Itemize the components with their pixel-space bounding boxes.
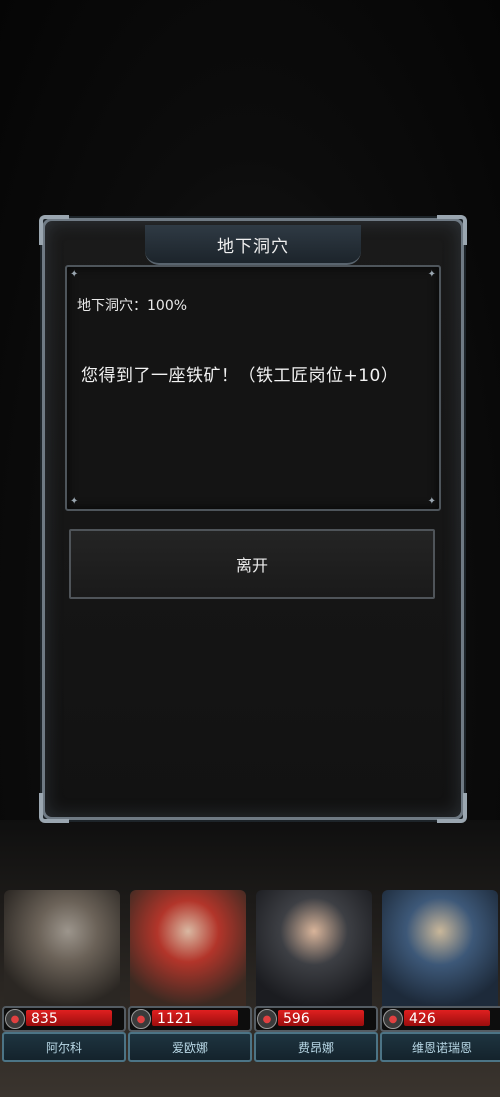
- health-icon: ●: [383, 1009, 403, 1029]
- sparkle-icon: ✦: [427, 496, 436, 507]
- frame-corner-ornament: [437, 793, 467, 823]
- sparkle-icon: ✦: [427, 269, 436, 280]
- hero-name: 维恩诺瑞恩: [380, 1032, 500, 1062]
- hero-card[interactable]: ● 426 维恩诺瑞恩: [378, 880, 500, 1070]
- message-panel: ✦ ✦ ✦ ✦ 地下洞穴：100% 您得到了一座铁矿！（铁工匠岗位+10）: [65, 265, 441, 511]
- hp-bar: ● 596: [254, 1006, 378, 1032]
- event-message: 您得到了一座铁矿！（铁工匠岗位+10）: [81, 366, 399, 386]
- hero-portrait: [256, 890, 372, 1008]
- leave-button[interactable]: 离开: [69, 529, 435, 599]
- sparkle-icon: ✦: [70, 269, 79, 280]
- hero-name: 爱欧娜: [128, 1032, 252, 1062]
- event-dialog: 地下洞穴 ✦ ✦ ✦ ✦ 地下洞穴：100% 您得到了一座铁矿！（铁工匠岗位+1…: [39, 215, 467, 823]
- sparkle-icon: ✦: [70, 496, 79, 507]
- hero-name: 阿尔科: [2, 1032, 126, 1062]
- hero-portrait: [4, 890, 120, 1008]
- frame-corner-ornament: [39, 215, 69, 245]
- hero-portrait: [130, 890, 246, 1008]
- hero-card[interactable]: ● 835 阿尔科: [0, 880, 126, 1070]
- hp-value: 426: [409, 1011, 436, 1027]
- health-icon: ●: [257, 1009, 277, 1029]
- hp-bar: ● 835: [2, 1006, 126, 1032]
- party-bar: ● 835 阿尔科 ● 1121 爱欧娜 ● 596 费昂娜 ● 426 维恩诺…: [0, 880, 500, 1070]
- hp-value: 1121: [157, 1011, 193, 1027]
- exploration-progress: 地下洞穴：100%: [77, 298, 188, 314]
- dialog-title: 地下洞穴: [145, 225, 361, 265]
- hp-value: 596: [283, 1011, 310, 1027]
- health-icon: ●: [5, 1009, 25, 1029]
- hero-card[interactable]: ● 1121 爱欧娜: [126, 880, 252, 1070]
- hero-portrait: [382, 890, 498, 1008]
- hp-value: 835: [31, 1011, 58, 1027]
- frame-corner-ornament: [437, 215, 467, 245]
- health-icon: ●: [131, 1009, 151, 1029]
- frame-corner-ornament: [39, 793, 69, 823]
- hero-name: 费昂娜: [254, 1032, 378, 1062]
- hp-bar: ● 426: [380, 1006, 500, 1032]
- hp-bar: ● 1121: [128, 1006, 252, 1032]
- hero-card[interactable]: ● 596 费昂娜: [252, 880, 378, 1070]
